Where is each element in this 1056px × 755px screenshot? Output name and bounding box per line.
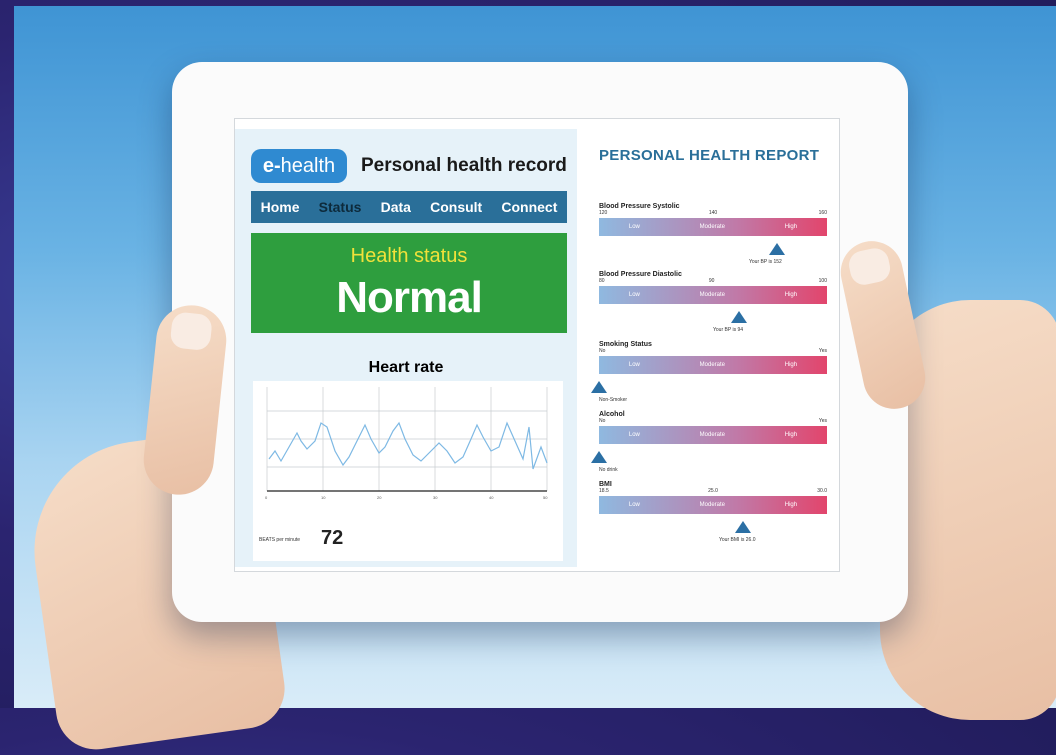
level-moderate: Moderate: [699, 224, 725, 230]
level-high: High: [784, 502, 798, 508]
svg-text:40: 40: [489, 495, 494, 500]
level-marker: [731, 311, 747, 323]
nav-connect[interactable]: Connect: [501, 199, 557, 215]
report-title: PERSONAL HEALTH REPORT: [599, 147, 820, 164]
metric-ticks: No Yes: [599, 348, 827, 354]
metric-ticks: 18.5 25.0 30.0: [599, 488, 827, 494]
health-status-label: Health status: [350, 245, 468, 267]
nav-home[interactable]: Home: [261, 199, 300, 215]
heart-rate-title: Heart rate: [368, 359, 444, 376]
level-high: High: [784, 362, 798, 368]
tablet-screen: e-health Personal health record Home Sta…: [234, 118, 840, 572]
svg-text:30: 30: [433, 495, 438, 500]
logo-name: health: [280, 155, 336, 177]
tick-high: Yes: [818, 348, 827, 354]
level-moderate: Moderate: [699, 292, 725, 298]
tick-high: 100: [818, 278, 827, 284]
metric-note: No drink: [599, 467, 618, 473]
tick-high: Yes: [818, 418, 827, 424]
metric-name: Blood Pressure Systolic: [599, 203, 680, 210]
metric-name: Alcohol: [599, 411, 625, 418]
nav-status[interactable]: Status: [319, 199, 362, 215]
level-bar: Low Moderate High: [599, 496, 827, 514]
main-nav: Home Status Data Consult Connect: [251, 191, 567, 223]
level-bar: Low Moderate High: [599, 426, 827, 444]
level-marker: [591, 451, 607, 463]
level-bar: Low Moderate High: [599, 218, 827, 236]
heart-rate-plot: 0 10 20 30 40 50: [265, 387, 548, 500]
level-low: Low: [628, 224, 640, 230]
level-marker: [591, 381, 607, 393]
health-app-panel: e-health Personal health record Home Sta…: [235, 129, 577, 567]
metric-name: Blood Pressure Diastolic: [599, 271, 682, 278]
level-marker: [769, 243, 785, 255]
level-marker: [735, 521, 751, 533]
nav-data[interactable]: Data: [381, 199, 411, 215]
tick-low: 18.5: [599, 488, 609, 494]
chart-gridlines: [266, 387, 548, 491]
heart-rate-chart: 0 10 20 30 40 50 BEATS per minute 72: [253, 381, 563, 561]
tick-low: 120: [599, 210, 608, 216]
nav-consult[interactable]: Consult: [430, 199, 482, 215]
tick-low: No: [599, 348, 606, 354]
level-moderate: Moderate: [699, 362, 725, 368]
metric-ticks: 120 140 160: [599, 210, 827, 216]
tick-high: 160: [818, 210, 827, 216]
level-high: High: [784, 432, 798, 438]
bpm-label: BEATS per minute: [259, 537, 301, 543]
level-low: Low: [628, 432, 640, 438]
svg-text:50: 50: [543, 495, 548, 500]
level-low: Low: [628, 502, 640, 508]
ehealth-logo[interactable]: e-health: [251, 149, 347, 183]
level-bar: Low Moderate High: [599, 356, 827, 374]
bpm-value: 72: [321, 527, 344, 549]
metric-note: Your BMI is 26.0: [719, 537, 756, 543]
app-title: Personal health record: [361, 155, 567, 176]
svg-text:20: 20: [377, 495, 382, 500]
heart-rate-line: [268, 421, 548, 470]
level-high: High: [784, 224, 798, 230]
level-high: High: [784, 292, 798, 298]
logo-prefix: e-: [262, 155, 281, 177]
metric-ticks: 80 90 100: [599, 278, 827, 284]
metric-bp-systolic: Blood Pressure Systolic 120 140 160 Low Mod…: [599, 203, 827, 265]
svg-text:0: 0: [265, 495, 268, 500]
chart-ticks: 0 10 20 30 40 50: [265, 495, 548, 500]
health-status-card: Health status Normal: [251, 233, 567, 333]
tick-high: 30.0: [817, 488, 827, 494]
tick-mid: 140: [708, 210, 718, 216]
level-low: Low: [628, 292, 640, 298]
metric-note: Your BP is 152: [749, 259, 782, 265]
health-report-panel: PERSONAL HEALTH REPORT Blood Pressure Sy…: [587, 119, 839, 571]
metric-name: Smoking Status: [599, 341, 652, 348]
tick-mid: 25.0: [708, 488, 718, 494]
metric-name: BMI: [599, 481, 612, 488]
level-moderate: Moderate: [699, 432, 725, 438]
svg-text:10: 10: [321, 495, 326, 500]
tick-mid: 90: [708, 278, 715, 284]
level-low: Low: [628, 362, 640, 368]
metric-alcohol: Alcohol No Yes Low Moderate High No drink: [591, 411, 827, 473]
metric-note: Non-Smoker: [599, 397, 628, 403]
metric-bp-diastolic: Blood Pressure Diastolic 80 90 100 Low Mode…: [599, 271, 827, 333]
metric-note: Your BP is 94: [713, 327, 744, 333]
level-moderate: Moderate: [699, 502, 725, 508]
metric-bmi: BMI 18.5 25.0 30.0 Low Moderate High Your BM…: [599, 481, 827, 543]
metric-smoking: Smoking Status No Yes Low Moderate High Non…: [591, 341, 827, 403]
health-status-value: Normal: [336, 273, 483, 322]
metric-ticks: No Yes: [599, 418, 827, 424]
tick-low: 80: [599, 278, 605, 284]
tick-low: No: [599, 418, 606, 424]
level-bar: Low Moderate High: [599, 286, 827, 304]
